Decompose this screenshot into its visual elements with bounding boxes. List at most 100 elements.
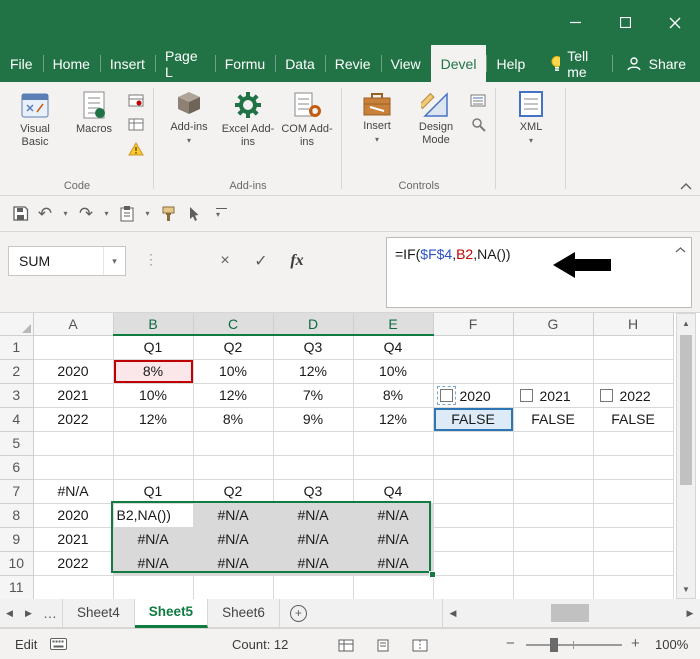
cell-D4[interactable]: 9% — [273, 407, 353, 431]
cell-H8[interactable] — [593, 503, 673, 527]
cell-B3[interactable]: 10% — [113, 383, 193, 407]
sheet-nav-left-button[interactable]: ◀ — [0, 608, 19, 619]
cancel-button[interactable]: × — [212, 248, 238, 274]
tab-view[interactable]: View — [381, 45, 431, 82]
relative-references-button[interactable] — [127, 117, 145, 132]
cell-G8[interactable] — [513, 503, 593, 527]
cell-A4[interactable]: 2022 — [33, 407, 113, 431]
cell-H10[interactable] — [593, 551, 673, 575]
new-sheet-button[interactable]: + — [290, 605, 307, 622]
cell-A3[interactable]: 2021 — [33, 383, 113, 407]
cell-E2[interactable]: 10% — [353, 359, 433, 383]
checkbox-2022[interactable]: 2022 — [600, 388, 651, 404]
paste-dropdown[interactable]: ▾ — [142, 202, 153, 226]
scroll-up-button[interactable]: ▲ — [677, 314, 695, 332]
cell-E11[interactable] — [353, 575, 433, 599]
cell-C7[interactable]: Q2 — [193, 479, 273, 503]
row-header-5[interactable]: 5 — [0, 431, 33, 455]
row-header-3[interactable]: 3 — [0, 383, 33, 407]
design-mode-button[interactable]: Design Mode — [408, 87, 464, 147]
tab-page-layout[interactable]: Page L — [155, 45, 215, 82]
tab-review[interactable]: Revie — [325, 45, 381, 82]
cell-D7[interactable]: Q3 — [273, 479, 353, 503]
sheet-tab-sheet4[interactable]: Sheet4 — [62, 599, 135, 628]
cell-E6[interactable] — [353, 455, 433, 479]
cell-F6[interactable] — [433, 455, 513, 479]
cell-D9[interactable]: #N/A — [273, 527, 353, 551]
insert-control-button[interactable]: Insert ▾ — [349, 87, 405, 143]
select-objects-button[interactable] — [183, 202, 203, 226]
sheet-nav-right-button[interactable]: ▶ — [19, 608, 38, 619]
close-button[interactable] — [650, 0, 700, 45]
insert-function-button[interactable]: fx — [284, 248, 310, 274]
cell-A1[interactable] — [33, 335, 113, 359]
enter-button[interactable]: ✓ — [248, 248, 274, 274]
name-box[interactable]: SUM ▾ — [8, 246, 126, 276]
cell-H7[interactable] — [593, 479, 673, 503]
cell-F1[interactable] — [433, 335, 513, 359]
tab-file[interactable]: File — [0, 45, 43, 82]
column-header-D[interactable]: D — [273, 313, 353, 335]
column-header-H[interactable]: H — [593, 313, 673, 335]
count-indicator[interactable]: Count: 12 — [232, 637, 288, 652]
checkbox-2022-box[interactable] — [600, 389, 613, 402]
cell-E7[interactable]: Q4 — [353, 479, 433, 503]
column-header-E[interactable]: E — [353, 313, 433, 335]
cell-G3[interactable]: 2021 — [513, 383, 593, 407]
collapse-ribbon-button[interactable] — [680, 183, 692, 190]
add-ins-button[interactable]: Add-ins ▾ — [161, 87, 217, 144]
cell-D8[interactable]: #N/A — [273, 503, 353, 527]
cell-B5[interactable] — [113, 431, 193, 455]
cell-D2[interactable]: 12% — [273, 359, 353, 383]
row-header-8[interactable]: 8 — [0, 503, 33, 527]
cell-B6[interactable] — [113, 455, 193, 479]
undo-dropdown[interactable]: ▾ — [60, 202, 71, 226]
cell-F8[interactable] — [433, 503, 513, 527]
vertical-scrollbar[interactable]: ▲ ▼ — [676, 313, 696, 599]
formula-input[interactable]: =IF($F$4,B2,NA()) — [386, 237, 692, 308]
cell-H3[interactable]: 2022 — [593, 383, 673, 407]
formula-bar-resize-handle[interactable]: ⋮ — [144, 251, 158, 268]
cell-A5[interactable] — [33, 431, 113, 455]
hscroll-right-button[interactable]: ▶ — [680, 608, 700, 619]
cell-A2[interactable]: 2020 — [33, 359, 113, 383]
tell-me-button[interactable]: Tell me — [535, 45, 611, 82]
select-all-corner[interactable] — [0, 313, 33, 335]
page-break-preview-button[interactable] — [408, 637, 432, 653]
cell-G7[interactable] — [513, 479, 593, 503]
customize-qat-button[interactable]: ▾ — [216, 208, 227, 219]
cell-B10[interactable]: #N/A — [113, 551, 193, 575]
cell-D1[interactable]: Q3 — [273, 335, 353, 359]
checkbox-2020[interactable]: 2020 — [440, 388, 491, 404]
cell-G11[interactable] — [513, 575, 593, 599]
cell-F10[interactable] — [433, 551, 513, 575]
cell-H5[interactable] — [593, 431, 673, 455]
cell-C3[interactable]: 12% — [193, 383, 273, 407]
column-header-G[interactable]: G — [513, 313, 593, 335]
normal-view-button[interactable] — [334, 637, 358, 653]
cell-F5[interactable] — [433, 431, 513, 455]
cell-E8[interactable]: #N/A — [353, 503, 433, 527]
column-header-B[interactable]: B — [113, 313, 193, 335]
horizontal-scrollbar[interactable]: ◀ ▶ — [442, 599, 700, 627]
tab-developer[interactable]: Devel — [431, 45, 487, 82]
cell-G5[interactable] — [513, 431, 593, 455]
macros-button[interactable]: Macros — [66, 87, 122, 136]
cell-G2[interactable] — [513, 359, 593, 383]
fill-handle[interactable] — [429, 571, 436, 578]
zoom-level[interactable]: 100% — [655, 637, 688, 652]
cell-F2[interactable] — [433, 359, 513, 383]
row-header-6[interactable]: 6 — [0, 455, 33, 479]
tab-insert[interactable]: Insert — [100, 45, 155, 82]
cell-F7[interactable] — [433, 479, 513, 503]
cell-A7[interactable]: #N/A — [33, 479, 113, 503]
save-button[interactable] — [10, 202, 30, 226]
row-header-2[interactable]: 2 — [0, 359, 33, 383]
cell-H11[interactable] — [593, 575, 673, 599]
cell-E10[interactable]: #N/A — [353, 551, 433, 575]
row-header-4[interactable]: 4 — [0, 407, 33, 431]
cell-C1[interactable]: Q2 — [193, 335, 273, 359]
cell-F3[interactable]: 2020 — [433, 383, 513, 407]
cell-E5[interactable] — [353, 431, 433, 455]
cell-C4[interactable]: 8% — [193, 407, 273, 431]
